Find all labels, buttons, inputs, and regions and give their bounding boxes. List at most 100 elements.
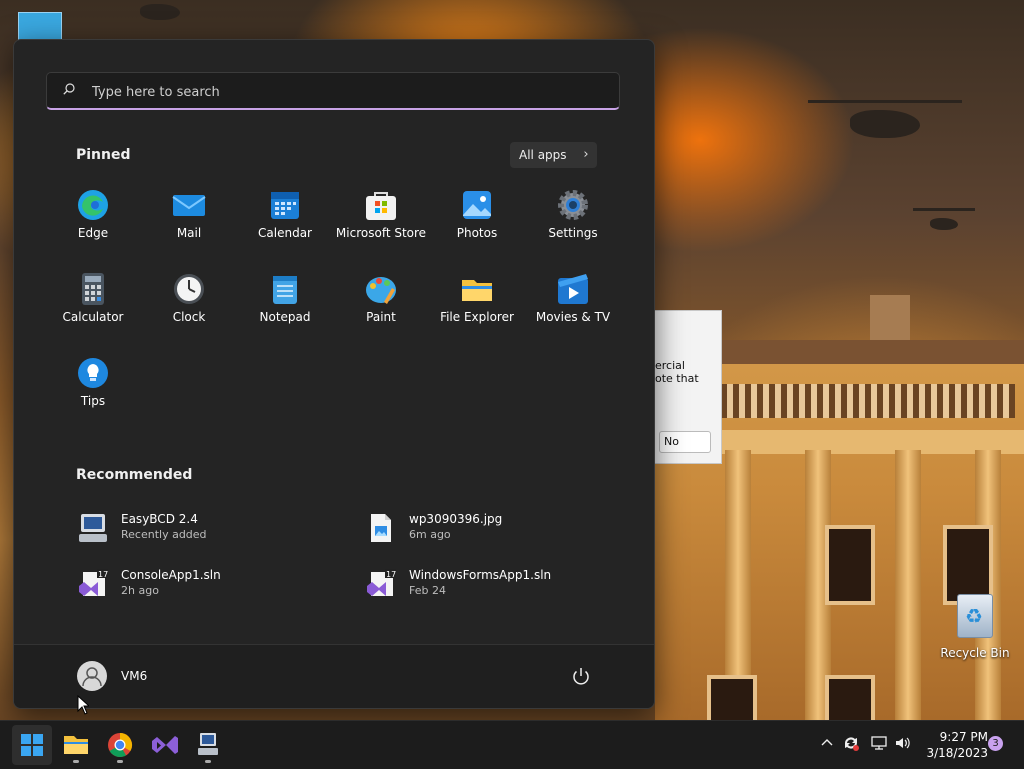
mouse-cursor-icon — [77, 695, 89, 715]
start-menu-footer: VM6 — [14, 644, 654, 708]
file-explorer-icon — [64, 736, 88, 754]
helicopter-image — [913, 208, 975, 230]
app-label: Mail — [176, 226, 202, 240]
no-button[interactable]: No — [659, 431, 711, 453]
visual-studio-icon — [152, 736, 178, 754]
app-label: Calculator — [62, 310, 124, 324]
all-apps-button[interactable]: All apps › — [510, 142, 597, 168]
notepad-icon — [268, 272, 302, 306]
power-icon[interactable] — [570, 665, 592, 687]
app-label: Photos — [456, 226, 498, 240]
movies-icon — [556, 272, 590, 306]
pinned-app-settings[interactable]: Settings — [525, 180, 621, 260]
pinned-app-clock[interactable]: Clock — [141, 264, 237, 344]
app-label: Clock — [172, 310, 206, 324]
app-label: Tips — [80, 394, 106, 408]
recommended-item[interactable]: 17 ConsoleApp1.sln 2h ago — [77, 564, 317, 608]
visual-studio-solution-icon: 17 — [367, 569, 396, 596]
user-icon — [82, 667, 102, 687]
app-label: Movies & TV — [535, 310, 611, 324]
paint-icon — [364, 272, 398, 306]
pinned-app-tips[interactable]: Tips — [45, 348, 141, 428]
pinned-app-microsoft-store[interactable]: Microsoft Store — [333, 180, 429, 260]
pinned-app-paint[interactable]: Paint — [333, 264, 429, 344]
notification-badge[interactable]: 3 — [988, 736, 1003, 751]
easybcd-icon — [198, 733, 218, 755]
taskbar: 9:27 PM 3/18/2023 3 — [0, 720, 1024, 769]
app-label: Paint — [366, 310, 396, 324]
recommended-item[interactable]: wp3090396.jpg 6m ago — [365, 508, 605, 552]
avatar[interactable] — [77, 661, 107, 691]
easybcd-icon — [79, 514, 107, 542]
pinned-app-movies-tv[interactable]: Movies & TV — [525, 264, 621, 344]
taskbar-visual-studio[interactable] — [144, 725, 184, 765]
visual-studio-solution-icon: 17 — [79, 569, 108, 596]
store-icon — [364, 188, 398, 222]
recommended-title: Recommended — [76, 467, 193, 483]
pinned-app-calendar[interactable]: Calendar — [237, 180, 333, 260]
dialog-text: ote that — [655, 372, 699, 385]
app-label: Notepad — [259, 310, 311, 324]
search-input[interactable] — [90, 73, 594, 111]
mail-icon — [172, 188, 206, 222]
all-apps-label: All apps — [519, 148, 567, 162]
dialog-window: ercial ote that No — [654, 310, 722, 464]
recommended-time: 2h ago — [121, 584, 159, 597]
tips-icon — [76, 356, 110, 390]
calculator-icon — [76, 272, 110, 306]
gear-icon — [556, 188, 590, 222]
taskbar-file-explorer[interactable] — [56, 725, 96, 765]
app-label: Calendar — [258, 226, 312, 240]
pinned-app-photos[interactable]: Photos — [429, 180, 525, 260]
recommended-name: WindowsFormsApp1.sln — [409, 568, 552, 582]
pinned-title: Pinned — [76, 147, 131, 163]
recycle-bin-icon — [957, 594, 993, 638]
recommended-time: Recently added — [121, 528, 207, 541]
start-menu: Pinned All apps › Edge Mail Calendar Mic… — [13, 39, 655, 709]
sync-icon[interactable] — [842, 734, 860, 752]
recycle-bin-label: Recycle Bin — [940, 646, 1010, 660]
pinned-app-file-explorer[interactable]: File Explorer — [429, 264, 525, 344]
pinned-app-calculator[interactable]: Calculator — [45, 264, 141, 344]
app-label: Settings — [548, 226, 598, 240]
taskbar-easybcd[interactable] — [188, 725, 228, 765]
clock-time: 9:27 PM — [939, 730, 988, 744]
app-label: Microsoft Store — [335, 226, 427, 240]
helicopter-image — [808, 100, 962, 138]
calendar-icon — [268, 188, 302, 222]
clock-date: 3/18/2023 — [926, 746, 988, 760]
recommended-name: wp3090396.jpg — [409, 512, 503, 526]
start-button[interactable] — [12, 725, 52, 765]
edge-icon — [76, 188, 110, 222]
pinned-app-notepad[interactable]: Notepad — [237, 264, 333, 344]
taskbar-chrome[interactable] — [100, 725, 140, 765]
recycle-bin[interactable]: Recycle Bin — [940, 594, 1010, 661]
recommended-name: EasyBCD 2.4 — [121, 512, 198, 526]
helicopter-image — [140, 4, 180, 20]
svg-text:17: 17 — [386, 570, 396, 579]
folder-icon — [460, 272, 494, 306]
svg-text:17: 17 — [98, 570, 108, 579]
photos-icon — [460, 188, 494, 222]
recommended-time: Feb 24 — [409, 584, 446, 597]
dialog-text: ercial — [655, 359, 685, 372]
pinned-app-edge[interactable]: Edge — [45, 180, 141, 260]
user-name[interactable]: VM6 — [121, 669, 147, 683]
pinned-app-mail[interactable]: Mail — [141, 180, 237, 260]
volume-icon[interactable] — [894, 734, 912, 752]
chevron-up-icon[interactable] — [818, 734, 836, 752]
app-label: Edge — [77, 226, 109, 240]
app-label: File Explorer — [440, 310, 514, 324]
network-icon[interactable] — [870, 734, 888, 752]
search-icon — [63, 83, 75, 95]
search-box[interactable] — [46, 72, 620, 111]
recommended-item[interactable]: 17 WindowsFormsApp1.sln Feb 24 — [365, 564, 605, 608]
chevron-right-icon: › — [583, 147, 589, 162]
recommended-time: 6m ago — [409, 528, 451, 541]
clock-icon — [172, 272, 206, 306]
recommended-item[interactable]: EasyBCD 2.4 Recently added — [77, 508, 317, 552]
chrome-icon — [108, 733, 133, 758]
image-file-icon — [371, 514, 391, 542]
recommended-name: ConsoleApp1.sln — [121, 568, 221, 582]
taskbar-clock[interactable]: 9:27 PM 3/18/2023 — [918, 729, 988, 761]
